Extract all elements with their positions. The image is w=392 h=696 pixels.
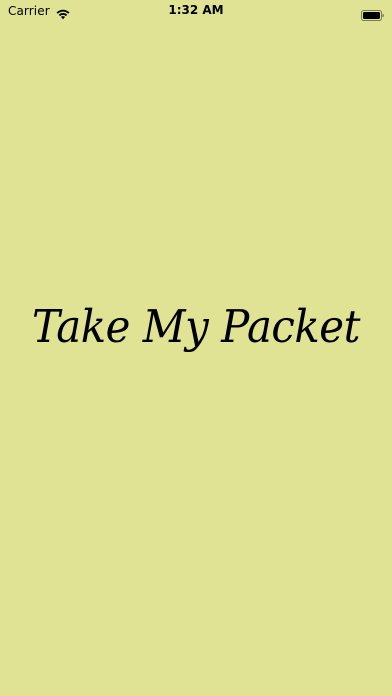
status-bar: Carrier 1:32 AM [0,0,392,22]
app-title: Take My Packet [32,300,360,353]
wifi-icon [55,5,71,20]
status-time: 1:32 AM [168,3,224,17]
status-left: Carrier [8,4,71,20]
battery-icon [361,6,384,21]
carrier-label: Carrier [8,4,50,18]
